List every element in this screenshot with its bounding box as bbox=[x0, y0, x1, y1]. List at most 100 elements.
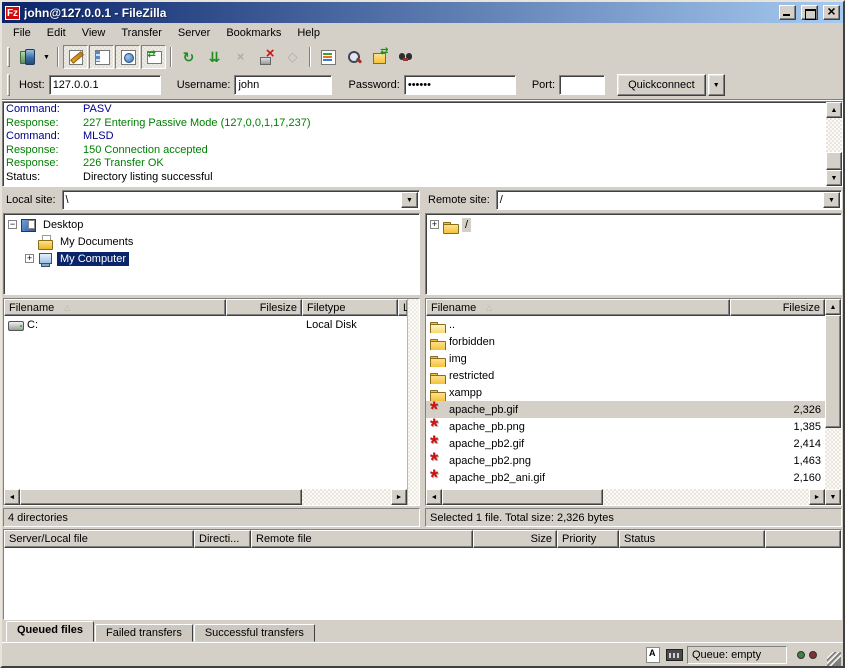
queue-column-status[interactable]: Status bbox=[619, 530, 765, 548]
file-row[interactable]: C:Local Disk bbox=[4, 316, 407, 333]
local_pane-site-combobox[interactable]: \▼ bbox=[62, 190, 420, 210]
file-row[interactable]: restricted bbox=[426, 367, 825, 384]
minimize-button[interactable] bbox=[779, 5, 796, 20]
column-header-label: Filename bbox=[9, 302, 54, 314]
quickconnect-button[interactable]: Quickconnect bbox=[617, 74, 706, 96]
scroll-right-icon[interactable]: ► bbox=[391, 489, 407, 505]
site-manager-button[interactable] bbox=[14, 45, 39, 69]
file-row[interactable]: apache_pb2_ani.gif2,160 bbox=[426, 469, 825, 486]
column-header-label: Filesize bbox=[783, 302, 820, 314]
close-button[interactable] bbox=[823, 5, 840, 20]
username-input[interactable] bbox=[234, 75, 332, 95]
tree-item[interactable]: +My Computer bbox=[6, 250, 419, 267]
scroll-up-icon[interactable]: ▲ bbox=[825, 299, 841, 315]
expand-icon[interactable]: + bbox=[25, 254, 34, 263]
queue-column-directi-[interactable]: Directi... bbox=[194, 530, 251, 548]
queue-column-remote-file[interactable]: Remote file bbox=[251, 530, 473, 548]
queue-column-blank[interactable] bbox=[765, 530, 841, 548]
file-row[interactable]: apache_pb.gif2,326 bbox=[426, 401, 825, 418]
tree-item[interactable]: +/ bbox=[428, 216, 841, 233]
menu-edit[interactable]: Edit bbox=[39, 25, 74, 41]
column-header-filename[interactable]: Filename△ bbox=[4, 299, 226, 316]
column-header-filesize[interactable]: Filesize bbox=[730, 299, 825, 316]
scroll-thumb[interactable] bbox=[442, 489, 603, 505]
column-header-filetype[interactable]: Filetype bbox=[302, 299, 398, 316]
quickconnect-dropdown-button[interactable]: ▼ bbox=[708, 74, 725, 96]
file-size-cell: 2,414 bbox=[730, 435, 825, 452]
speed-limits-icon[interactable] bbox=[666, 649, 683, 661]
disconnect-button[interactable] bbox=[254, 45, 279, 69]
maximize-button[interactable] bbox=[801, 5, 818, 20]
scroll-down-icon[interactable]: ▼ bbox=[825, 489, 841, 505]
synchronized-browsing-button[interactable] bbox=[367, 45, 392, 69]
file-row[interactable]: forbidden bbox=[426, 333, 825, 350]
scroll-track[interactable] bbox=[442, 489, 809, 505]
scroll-track[interactable] bbox=[826, 118, 842, 170]
scroll-thumb[interactable] bbox=[826, 152, 842, 170]
process-queue-button[interactable]: ⇊ bbox=[202, 45, 227, 69]
scroll-thumb[interactable] bbox=[825, 315, 841, 428]
menu-file[interactable]: File bbox=[5, 25, 39, 41]
column-header-filename[interactable]: Filename△ bbox=[426, 299, 730, 316]
toggle-transfer-queue-button[interactable] bbox=[141, 45, 166, 69]
scroll-track[interactable] bbox=[825, 315, 841, 489]
file-row[interactable]: img bbox=[426, 350, 825, 367]
find-files-button[interactable] bbox=[393, 45, 418, 69]
local_pane-horizontal-scrollbar[interactable]: ◄► bbox=[4, 489, 407, 505]
transfer-type-icon[interactable] bbox=[645, 646, 662, 663]
site-manager-dropdown-icon[interactable]: ▼ bbox=[40, 45, 53, 69]
tab-failed-transfers[interactable]: Failed transfers bbox=[95, 624, 193, 642]
collapse-icon[interactable]: − bbox=[8, 220, 17, 229]
host-input[interactable] bbox=[49, 75, 161, 95]
scroll-left-icon[interactable]: ◄ bbox=[4, 489, 20, 505]
menu-help[interactable]: Help bbox=[289, 25, 328, 41]
menu-view[interactable]: View bbox=[74, 25, 114, 41]
file-row[interactable]: apache_pb.png1,385 bbox=[426, 418, 825, 435]
log-line-label: Response: bbox=[6, 144, 83, 158]
tree-item[interactable]: −Desktop bbox=[6, 216, 419, 233]
file-row[interactable]: .. bbox=[426, 316, 825, 333]
expand-icon[interactable]: + bbox=[430, 220, 439, 229]
toggle-local-tree-button[interactable] bbox=[89, 45, 114, 69]
refresh-button[interactable]: ↻ bbox=[176, 45, 201, 69]
directory-comparison-button[interactable] bbox=[341, 45, 366, 69]
chevron-down-icon[interactable]: ▼ bbox=[823, 192, 840, 208]
scroll-up-icon[interactable]: ▲ bbox=[826, 102, 842, 118]
file-size-cell bbox=[730, 333, 825, 350]
queue-column-priority[interactable]: Priority bbox=[557, 530, 619, 548]
column-header-filesize[interactable]: Filesize bbox=[226, 299, 302, 316]
scroll-track[interactable] bbox=[20, 489, 391, 505]
chevron-down-icon[interactable]: ▼ bbox=[401, 192, 418, 208]
quickbar-grip[interactable] bbox=[7, 74, 10, 96]
column-header-l[interactable]: L bbox=[398, 299, 407, 316]
remote_pane-horizontal-scrollbar[interactable]: ◄► bbox=[426, 489, 825, 505]
remote_pane-vertical-scrollbar[interactable]: ▲▼ bbox=[825, 299, 841, 505]
file-row[interactable]: xampp bbox=[426, 384, 825, 401]
queue-column-server-local-file[interactable]: Server/Local file bbox=[4, 530, 194, 548]
queue-column-size[interactable]: Size bbox=[473, 530, 557, 548]
port-input[interactable] bbox=[559, 75, 605, 95]
message-log-scrollbar[interactable]: ▲ ▼ bbox=[826, 102, 842, 186]
toggle-remote-tree-button[interactable] bbox=[115, 45, 140, 69]
tab-queued-files[interactable]: Queued files bbox=[6, 621, 94, 642]
tab-successful-transfers[interactable]: Successful transfers bbox=[194, 624, 315, 642]
scroll-left-icon[interactable]: ◄ bbox=[426, 489, 442, 505]
menu-bookmarks[interactable]: Bookmarks bbox=[218, 25, 289, 41]
resize-grip[interactable] bbox=[827, 652, 841, 666]
log-line-label: Status: bbox=[6, 171, 83, 185]
file-row[interactable]: apache_pb2.png1,463 bbox=[426, 452, 825, 469]
file-panes: Local site:\▼−DesktopMy Documents+My Com… bbox=[2, 189, 843, 527]
toggle-message-log-button[interactable] bbox=[63, 45, 88, 69]
scroll-down-icon[interactable]: ▼ bbox=[826, 170, 842, 186]
tree-item[interactable]: My Documents bbox=[6, 233, 419, 250]
scroll-right-icon[interactable]: ► bbox=[809, 489, 825, 505]
scroll-thumb[interactable] bbox=[20, 489, 302, 505]
menu-transfer[interactable]: Transfer bbox=[113, 25, 170, 41]
menu-server[interactable]: Server bbox=[170, 25, 218, 41]
password-input[interactable] bbox=[404, 75, 516, 95]
toolbar-grip[interactable] bbox=[7, 47, 10, 67]
title-bar[interactable]: Fz john@127.0.0.1 - FileZilla bbox=[2, 2, 843, 23]
file-row[interactable]: apache_pb2.gif2,414 bbox=[426, 435, 825, 452]
remote_pane-site-combobox[interactable]: /▼ bbox=[496, 190, 842, 210]
filename-filters-button[interactable] bbox=[315, 45, 340, 69]
